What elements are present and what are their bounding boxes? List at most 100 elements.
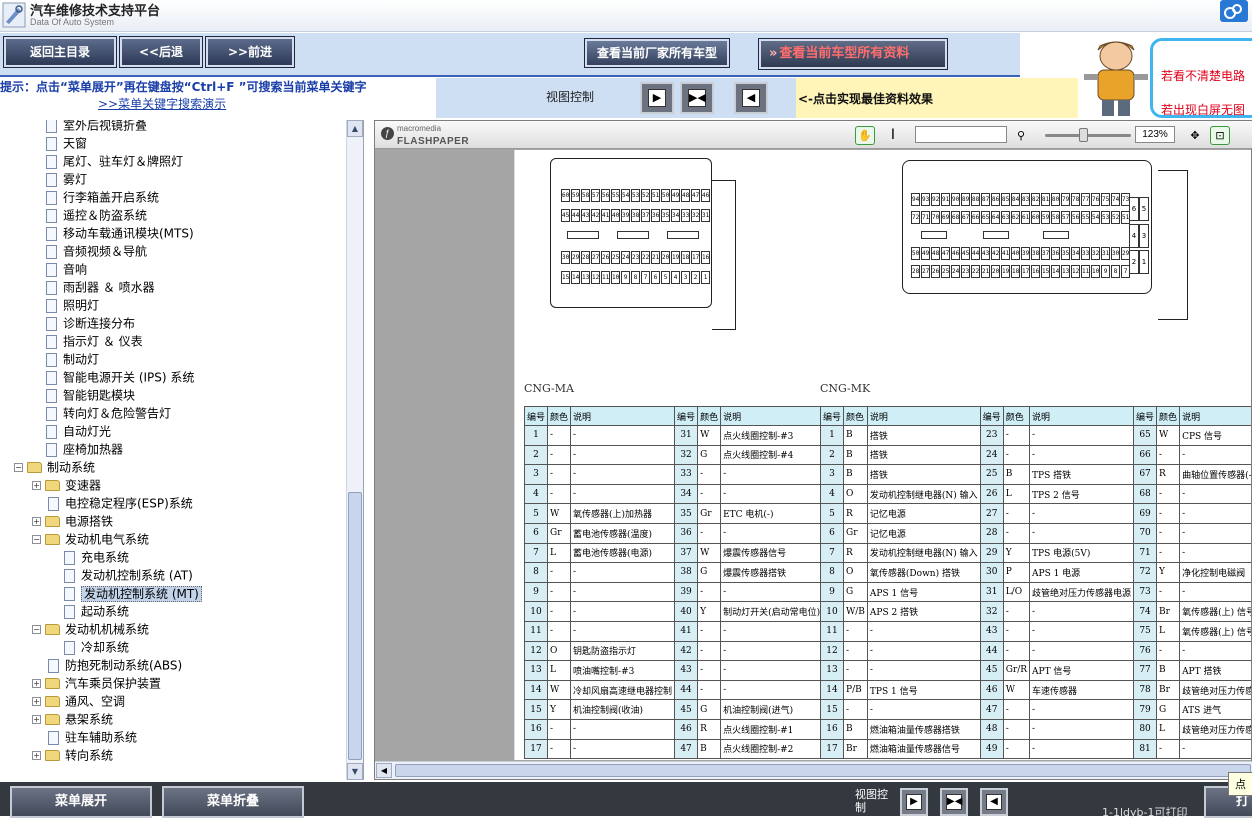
scroll-down-icon[interactable]: ▼ [347, 763, 363, 780]
all-models-button[interactable]: 查看当前厂家所有车型 [584, 38, 730, 68]
tree-item[interactable]: 尾灯、驻车灯＆牌照灯 [46, 152, 183, 170]
tree-scroll-thumb[interactable] [348, 492, 362, 760]
pin-number: 30 [561, 251, 570, 264]
zoom-slider-handle[interactable] [1079, 128, 1088, 142]
fit-width-icon[interactable]: ✥ [1185, 126, 1205, 145]
tree-item[interactable]: 发动机控制系统 (MT) [64, 584, 202, 602]
wire-color-cell: G [1156, 699, 1181, 720]
wire-color-cell: - [547, 581, 572, 603]
search-input[interactable] [915, 126, 1007, 143]
tree-item[interactable]: 室外后视镜折叠 [46, 120, 147, 134]
tree-item[interactable]: 电控稳定程序(ESP)系统 [48, 494, 193, 512]
viewer-hscroll-thumb[interactable] [395, 764, 1251, 777]
pin-number: 11 [1081, 265, 1090, 278]
tree-item[interactable]: − 发动机电气系统 [32, 530, 149, 548]
tree-item[interactable]: 智能电源开关 (IPS) 系统 [46, 368, 194, 386]
tree-item[interactable]: 发动机控制系统 (AT) [64, 566, 193, 584]
tree-item[interactable]: 充电系统 [64, 548, 129, 566]
wire-color-cell: P/B [843, 679, 868, 701]
pin-number: 58 [581, 189, 590, 202]
scroll-up-icon[interactable]: ▲ [347, 120, 363, 137]
expand-icon[interactable]: + [32, 697, 41, 706]
wire-color-cell: W [1002, 679, 1031, 701]
tree-item[interactable]: 雨刮器 ＆ 喷水器 [46, 278, 155, 296]
tree-item[interactable]: + 悬架系统 [32, 710, 113, 728]
tree-item[interactable]: 移动车载通讯模块(MTS) [46, 224, 194, 242]
home-button[interactable]: 返回主目录 [3, 36, 117, 68]
document-icon [46, 442, 57, 457]
tree-item[interactable]: 防抱死制动系统(ABS) [48, 656, 182, 674]
pin-cell: 43 [979, 620, 1004, 642]
expand-icon[interactable]: + [32, 715, 41, 724]
description-cell: TPS 1 信号 [866, 679, 981, 701]
tree-item[interactable]: + 变速器 [32, 476, 101, 494]
pin-cell: 34 [674, 483, 699, 505]
collapse-icon[interactable]: − [14, 463, 23, 472]
all-data-button[interactable]: » 查看当前车型所有资料 [758, 38, 948, 70]
bottom-view-split-button[interactable]: ▶◀ [940, 788, 968, 816]
tree-item[interactable]: 起动系统 [64, 602, 129, 620]
tree-item[interactable]: + 汽车乘员保护装置 [32, 674, 161, 692]
pin-number: 36 [651, 209, 660, 222]
tree-item[interactable]: + 通风、空调 [32, 692, 125, 710]
tree-item[interactable]: 制动灯 [46, 350, 99, 368]
bottom-view-left-button[interactable]: ◀ [980, 788, 1008, 816]
back-button[interactable]: <<后退 [119, 36, 203, 68]
connector-mk-drawing: 94 93 92 91 90 89 88 87 86 85 84 83 82 81 80 79 78 77 76 75… [902, 160, 1152, 294]
text-select-icon[interactable]: I [883, 126, 903, 145]
pin-cell: 2 [523, 444, 549, 466]
description-cell: 发动机控制继电器(N) 输入 [866, 483, 981, 505]
collapse-icon[interactable]: − [32, 535, 41, 544]
tree-item[interactable]: 音频视频＆导航 [46, 242, 147, 260]
table-header: 颜色 [843, 406, 868, 426]
forward-button[interactable]: >>前进 [205, 36, 295, 68]
tree-item[interactable]: 冷却系统 [64, 638, 129, 656]
search-icon[interactable]: ⚲ [1011, 126, 1031, 145]
expand-icon[interactable]: + [32, 679, 41, 688]
menu-expand-button[interactable]: 菜单展开 [10, 786, 152, 818]
expand-icon[interactable]: + [32, 751, 41, 760]
scroll-left-icon[interactable]: ◀ [376, 763, 392, 778]
pin-number: 78 [1071, 193, 1080, 206]
fit-page-icon[interactable]: ⊡ [1210, 126, 1230, 145]
viewer-hscrollbar[interactable]: ◀ [375, 761, 1252, 779]
tree-item[interactable]: 音响 [46, 260, 87, 278]
tree-item[interactable]: 雾灯 [46, 170, 87, 188]
view-split-button[interactable]: ▶◀ [680, 82, 714, 114]
tree-item[interactable]: + 电源搭铁 [32, 512, 113, 530]
wire-color-cell: W/B [843, 601, 868, 622]
pin-number: 44 [571, 209, 580, 222]
hand-tool-icon[interactable]: ✋ [855, 126, 875, 145]
tree-item[interactable]: 座椅加热器 [46, 440, 123, 458]
viewer-toolbar: ƒ macromedia FLASHPAPER ✋ I ⚲ 123% ✥ ⊡ [375, 121, 1252, 149]
tree-scrollbar[interactable]: ▲ ▼ [346, 120, 363, 780]
expand-icon[interactable]: + [32, 481, 41, 490]
zoom-level[interactable]: 123% [1135, 126, 1175, 143]
tree-item[interactable]: 诊断连接分布 [46, 314, 135, 332]
bottom-view-right-button[interactable]: ▶ [900, 788, 928, 816]
search-demo-link[interactable]: >>菜单关键字搜索演示 [98, 95, 226, 112]
zoom-slider-track[interactable] [1045, 134, 1131, 137]
tree-item[interactable]: 遥控＆防盗系统 [46, 206, 147, 224]
menu-collapse-button[interactable]: 菜单折叠 [162, 786, 304, 818]
tree-item[interactable]: − 制动系统 [14, 458, 95, 476]
view-expand-left-button[interactable]: ◀ [734, 82, 768, 114]
view-expand-right-button[interactable]: ▶ [640, 82, 674, 114]
collapse-icon[interactable]: − [32, 625, 41, 634]
tree-item[interactable]: 天窗 [46, 134, 87, 152]
expand-icon[interactable]: + [32, 517, 41, 526]
tree-item[interactable]: 驻车辅助系统 [48, 728, 137, 746]
tree-item[interactable]: + 转向系统 [32, 746, 113, 764]
description-cell: 点火线圈控制-#4 [720, 444, 824, 466]
app-subtitle: Data Of Auto System [30, 17, 115, 27]
tree-item[interactable]: 照明灯 [46, 296, 99, 314]
tree-item[interactable]: 指示灯 ＆ 仪表 [46, 332, 143, 350]
tree-item[interactable]: − 发动机机械系统 [32, 620, 149, 638]
tree-item[interactable]: 智能钥匙模块 [46, 386, 135, 404]
tree-item[interactable]: 自动灯光 [46, 422, 111, 440]
tree-item[interactable]: 行李箱盖开启系统 [46, 188, 159, 206]
pin-number: 21 [651, 251, 660, 264]
pin-number: 32 [1091, 247, 1100, 260]
tree-item[interactable]: 转向灯＆危险警告灯 [46, 404, 171, 422]
table-row: 6 Gr 记忆电源 28- -70- - [819, 522, 1251, 544]
